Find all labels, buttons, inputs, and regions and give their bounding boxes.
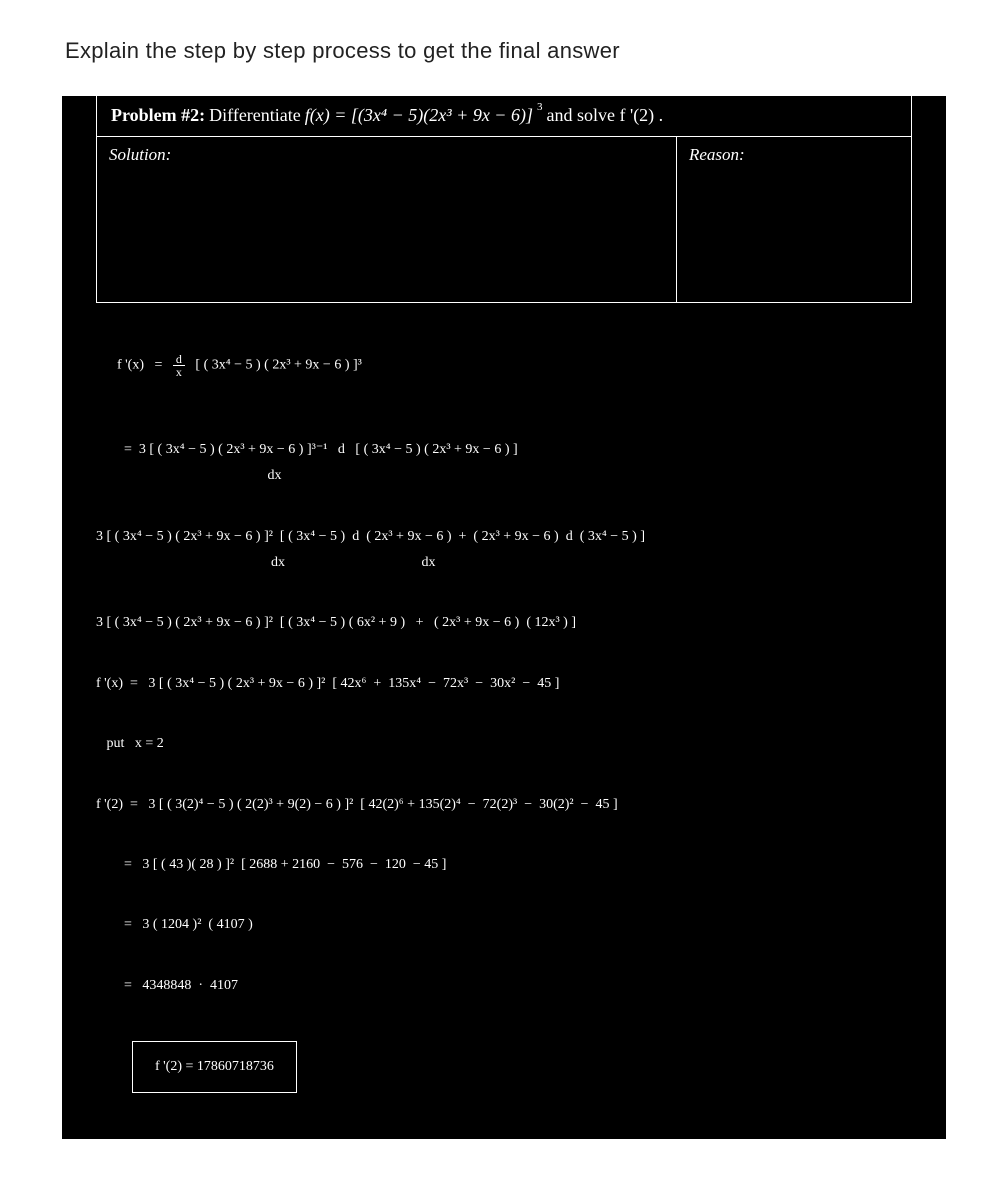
step-9: = 4348848 · 4107 <box>96 975 916 997</box>
problem-label: Problem #2: <box>111 105 205 126</box>
step-5: f '(x) = 3 [ ( 3x⁴ − 5 ) ( 2x³ + 9x − 6 … <box>96 673 916 695</box>
step-1-left: f '(x) = <box>117 358 173 373</box>
problem-statement: Problem #2: Differentiate f(x) = [(3x⁴ −… <box>97 95 911 137</box>
step-4: 3 [ ( 3x⁴ − 5 ) ( 2x³ + 9x − 6 ) ]² [ ( … <box>96 612 916 634</box>
problem-text-before: Differentiate <box>209 105 301 126</box>
final-answer-box: f '(2) = 17860718736 <box>132 1041 297 1093</box>
step-8: = 3 ( 1204 )² ( 4107 ) <box>96 914 916 936</box>
step-6: f '(2) = 3 [ ( 3(2)⁴ − 5 ) ( 2(2)³ + 9(2… <box>96 794 916 816</box>
page-title: Explain the step by step process to get … <box>0 0 996 64</box>
handwritten-work: f '(x) = dx [ ( 3x⁴ − 5 ) ( 2x³ + 9x − 6… <box>62 305 946 1093</box>
work-area: Problem #2: Differentiate f(x) = [(3x⁴ −… <box>62 96 946 1139</box>
solution-row: Solution: Reason: <box>97 137 911 302</box>
reason-cell: Reason: <box>677 137 911 302</box>
step-3: 3 [ ( 3x⁴ − 5 ) ( 2x³ + 9x − 6 ) ]² [ ( … <box>96 526 916 548</box>
step-7: = 3 [ ( 43 )( 28 ) ]² [ 2688 + 2160 − 57… <box>96 854 916 876</box>
derivative-fraction: dx <box>173 353 185 378</box>
step-2-dx: dx <box>96 465 916 487</box>
problem-box: Problem #2: Differentiate f(x) = [(3x⁴ −… <box>96 94 912 303</box>
step-2: = 3 [ ( 3x⁴ − 5 ) ( 2x³ + 9x − 6 ) ]³⁻¹ … <box>96 439 916 461</box>
frac-bot: x <box>173 366 185 378</box>
solution-cell: Solution: <box>97 137 677 302</box>
step-1-right: [ ( 3x⁴ − 5 ) ( 2x³ + 9x − 6 ) ]³ <box>185 358 362 373</box>
problem-exponent: 3 <box>537 101 543 113</box>
put-x: put x = 2 <box>96 733 916 755</box>
step-3-dx: dx dx <box>96 552 916 574</box>
step-1: f '(x) = dx [ ( 3x⁴ − 5 ) ( 2x³ + 9x − 6… <box>96 331 916 401</box>
problem-function: f(x) = [(3x⁴ − 5)(2x³ + 9x − 6)] <box>305 105 533 126</box>
problem-text-after: and solve f '(2) . <box>546 105 663 126</box>
